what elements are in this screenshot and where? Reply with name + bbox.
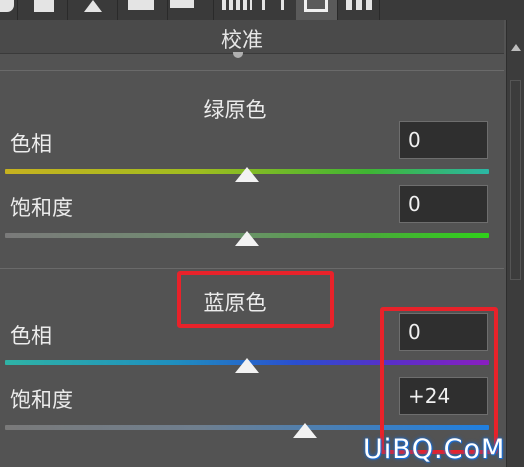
panel-title: 校准 [221,28,263,52]
scroll-thumb[interactable] [510,80,521,280]
blue-saturation-slider-thumb[interactable] [293,423,318,438]
lens-icon [222,0,252,10]
green-primary-title: 绿原色 [203,98,267,122]
tab-presets-icon[interactable] [340,0,380,20]
tab-calibration-icon[interactable] [296,0,338,20]
tab-basic-icon[interactable] [0,0,18,20]
split-toning-icon [170,0,194,8]
panel-tab-toolbar [0,0,524,20]
panel-header[interactable]: 校准 [0,20,504,54]
fx-icon [262,0,284,10]
grid-icon [34,0,54,12]
tab-lens-icon[interactable] [214,0,260,20]
highlight-box-blue-values [380,307,498,454]
tab-detail-icon[interactable] [72,0,118,20]
section-divider [0,268,504,269]
blue-hue-slider-thumb[interactable] [235,358,259,373]
tab-split-toning-icon[interactable] [168,0,214,20]
presets-icon [346,0,372,10]
watermark: UiBQ.CoM [363,434,506,465]
blue-hue-label: 色相 [10,324,52,348]
hsl-icon [128,0,154,10]
green-saturation-value-input[interactable]: 0 [399,185,488,223]
highlight-box-blue-primary-title [177,271,334,328]
circle-icon [0,0,14,12]
triangle-icon [84,0,102,12]
section-divider [0,70,504,71]
tab-hsl-icon[interactable] [122,0,168,20]
blue-saturation-label: 饱和度 [10,388,73,412]
green-hue-slider-thumb[interactable] [235,167,259,182]
green-hue-label: 色相 [10,132,52,156]
collapse-handle-icon[interactable] [233,52,243,58]
green-saturation-slider-thumb[interactable] [235,231,259,246]
green-saturation-label: 饱和度 [10,196,73,220]
scroll-up-arrow-icon[interactable] [511,44,521,51]
green-hue-value-input[interactable]: 0 [399,121,488,159]
scrollbar[interactable] [506,20,524,467]
tab-tone-curve-icon[interactable] [22,0,68,20]
calibration-icon [304,0,328,12]
